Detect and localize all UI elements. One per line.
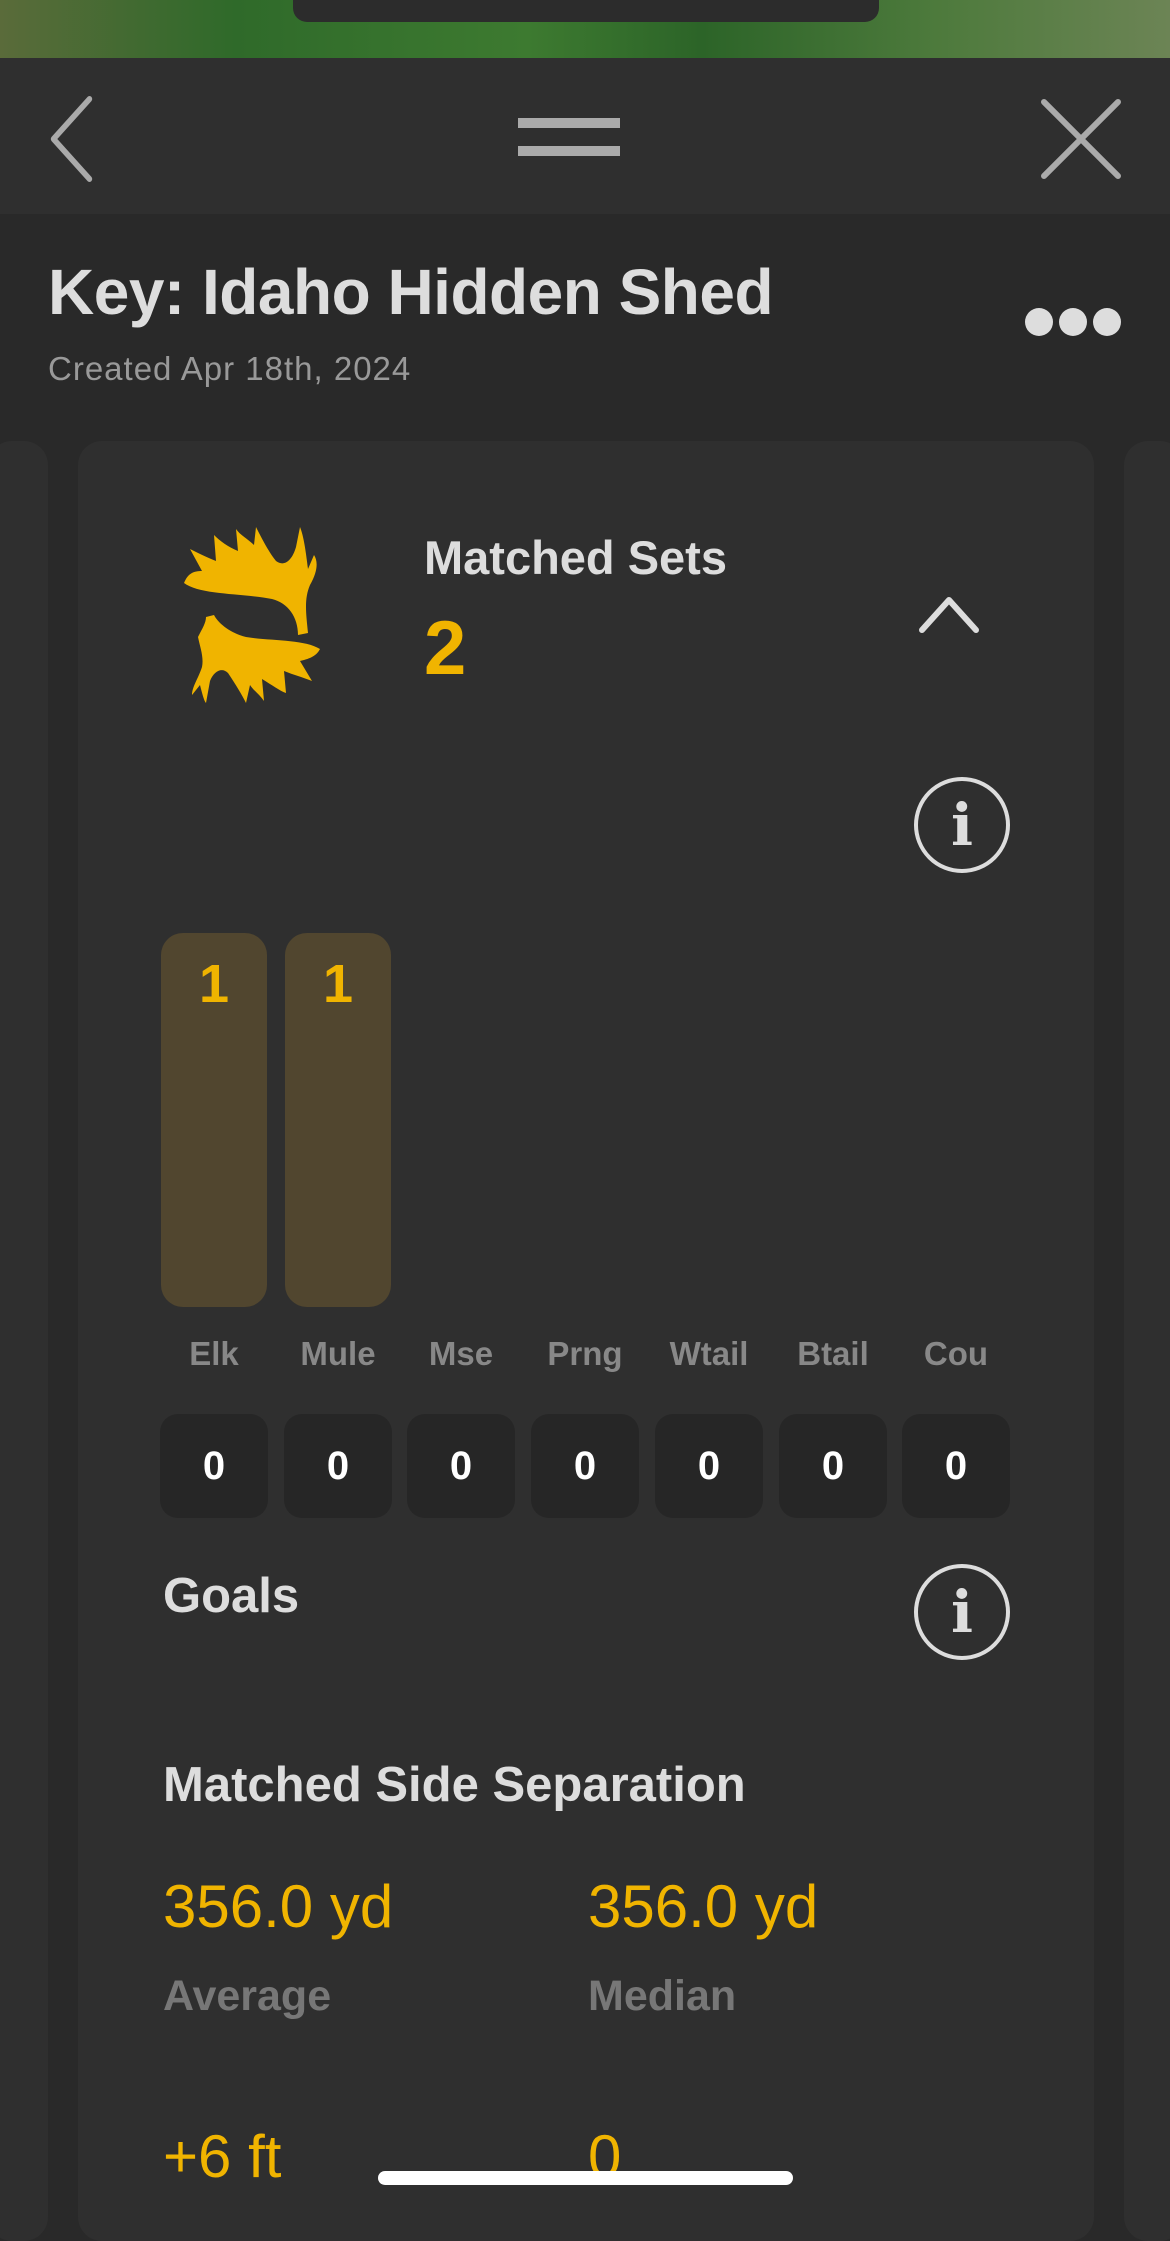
- goals-heading: Goals: [163, 1569, 300, 1623]
- goals-info-icon[interactable]: i: [914, 1564, 1010, 1660]
- species-count-box[interactable]: 0: [160, 1414, 268, 1518]
- species-count-box[interactable]: 0: [407, 1414, 515, 1518]
- average-label: Average: [163, 1972, 332, 2020]
- close-icon[interactable]: [1036, 94, 1126, 184]
- matched-sets-count: 2: [424, 606, 467, 691]
- matched-sets-label: Matched Sets: [424, 531, 727, 584]
- median-value: 356.0 yd: [588, 1873, 819, 1940]
- species-count-box[interactable]: 0: [531, 1414, 639, 1518]
- previous-card-peek[interactable]: [0, 441, 48, 2241]
- species-label: Cou: [923, 1335, 989, 1372]
- average-value: 356.0 yd: [163, 1873, 394, 1940]
- separation-heading: Matched Side Separation: [163, 1758, 746, 1812]
- median-label: Median: [588, 1972, 737, 2020]
- chevron-left-icon[interactable]: [40, 94, 110, 184]
- height-difference-value: +6 ft: [163, 2123, 282, 2190]
- map-overlay-pill: [293, 0, 879, 22]
- species-bar[interactable]: 1: [285, 933, 391, 1307]
- antler-pair-icon: [184, 527, 320, 703]
- species-count-box[interactable]: 0: [655, 1414, 763, 1518]
- created-date: Created Apr 18th, 2024: [48, 350, 412, 387]
- species-count-box[interactable]: 0: [284, 1414, 392, 1518]
- species-label: Mse: [428, 1335, 494, 1372]
- species-label: Btail: [797, 1335, 869, 1372]
- species-label: Wtail: [669, 1335, 749, 1372]
- sheet-nav-bar: [0, 58, 1170, 214]
- page-title: Key: Idaho Hidden Shed: [48, 256, 774, 328]
- next-card-peek[interactable]: [1124, 441, 1170, 2241]
- drag-handle-icon[interactable]: [516, 116, 622, 160]
- ellipsis-icon[interactable]: [1025, 305, 1130, 339]
- home-indicator: [378, 2171, 793, 2185]
- species-label: Mule: [300, 1335, 376, 1372]
- matched-sets-info-icon[interactable]: i: [914, 777, 1010, 873]
- species-count-box[interactable]: 0: [902, 1414, 1010, 1518]
- species-bar[interactable]: 1: [161, 933, 267, 1307]
- chevron-up-icon[interactable]: [916, 590, 982, 636]
- species-label: Elk: [189, 1335, 239, 1372]
- species-label: Prng: [547, 1335, 623, 1372]
- species-count-box[interactable]: 0: [779, 1414, 887, 1518]
